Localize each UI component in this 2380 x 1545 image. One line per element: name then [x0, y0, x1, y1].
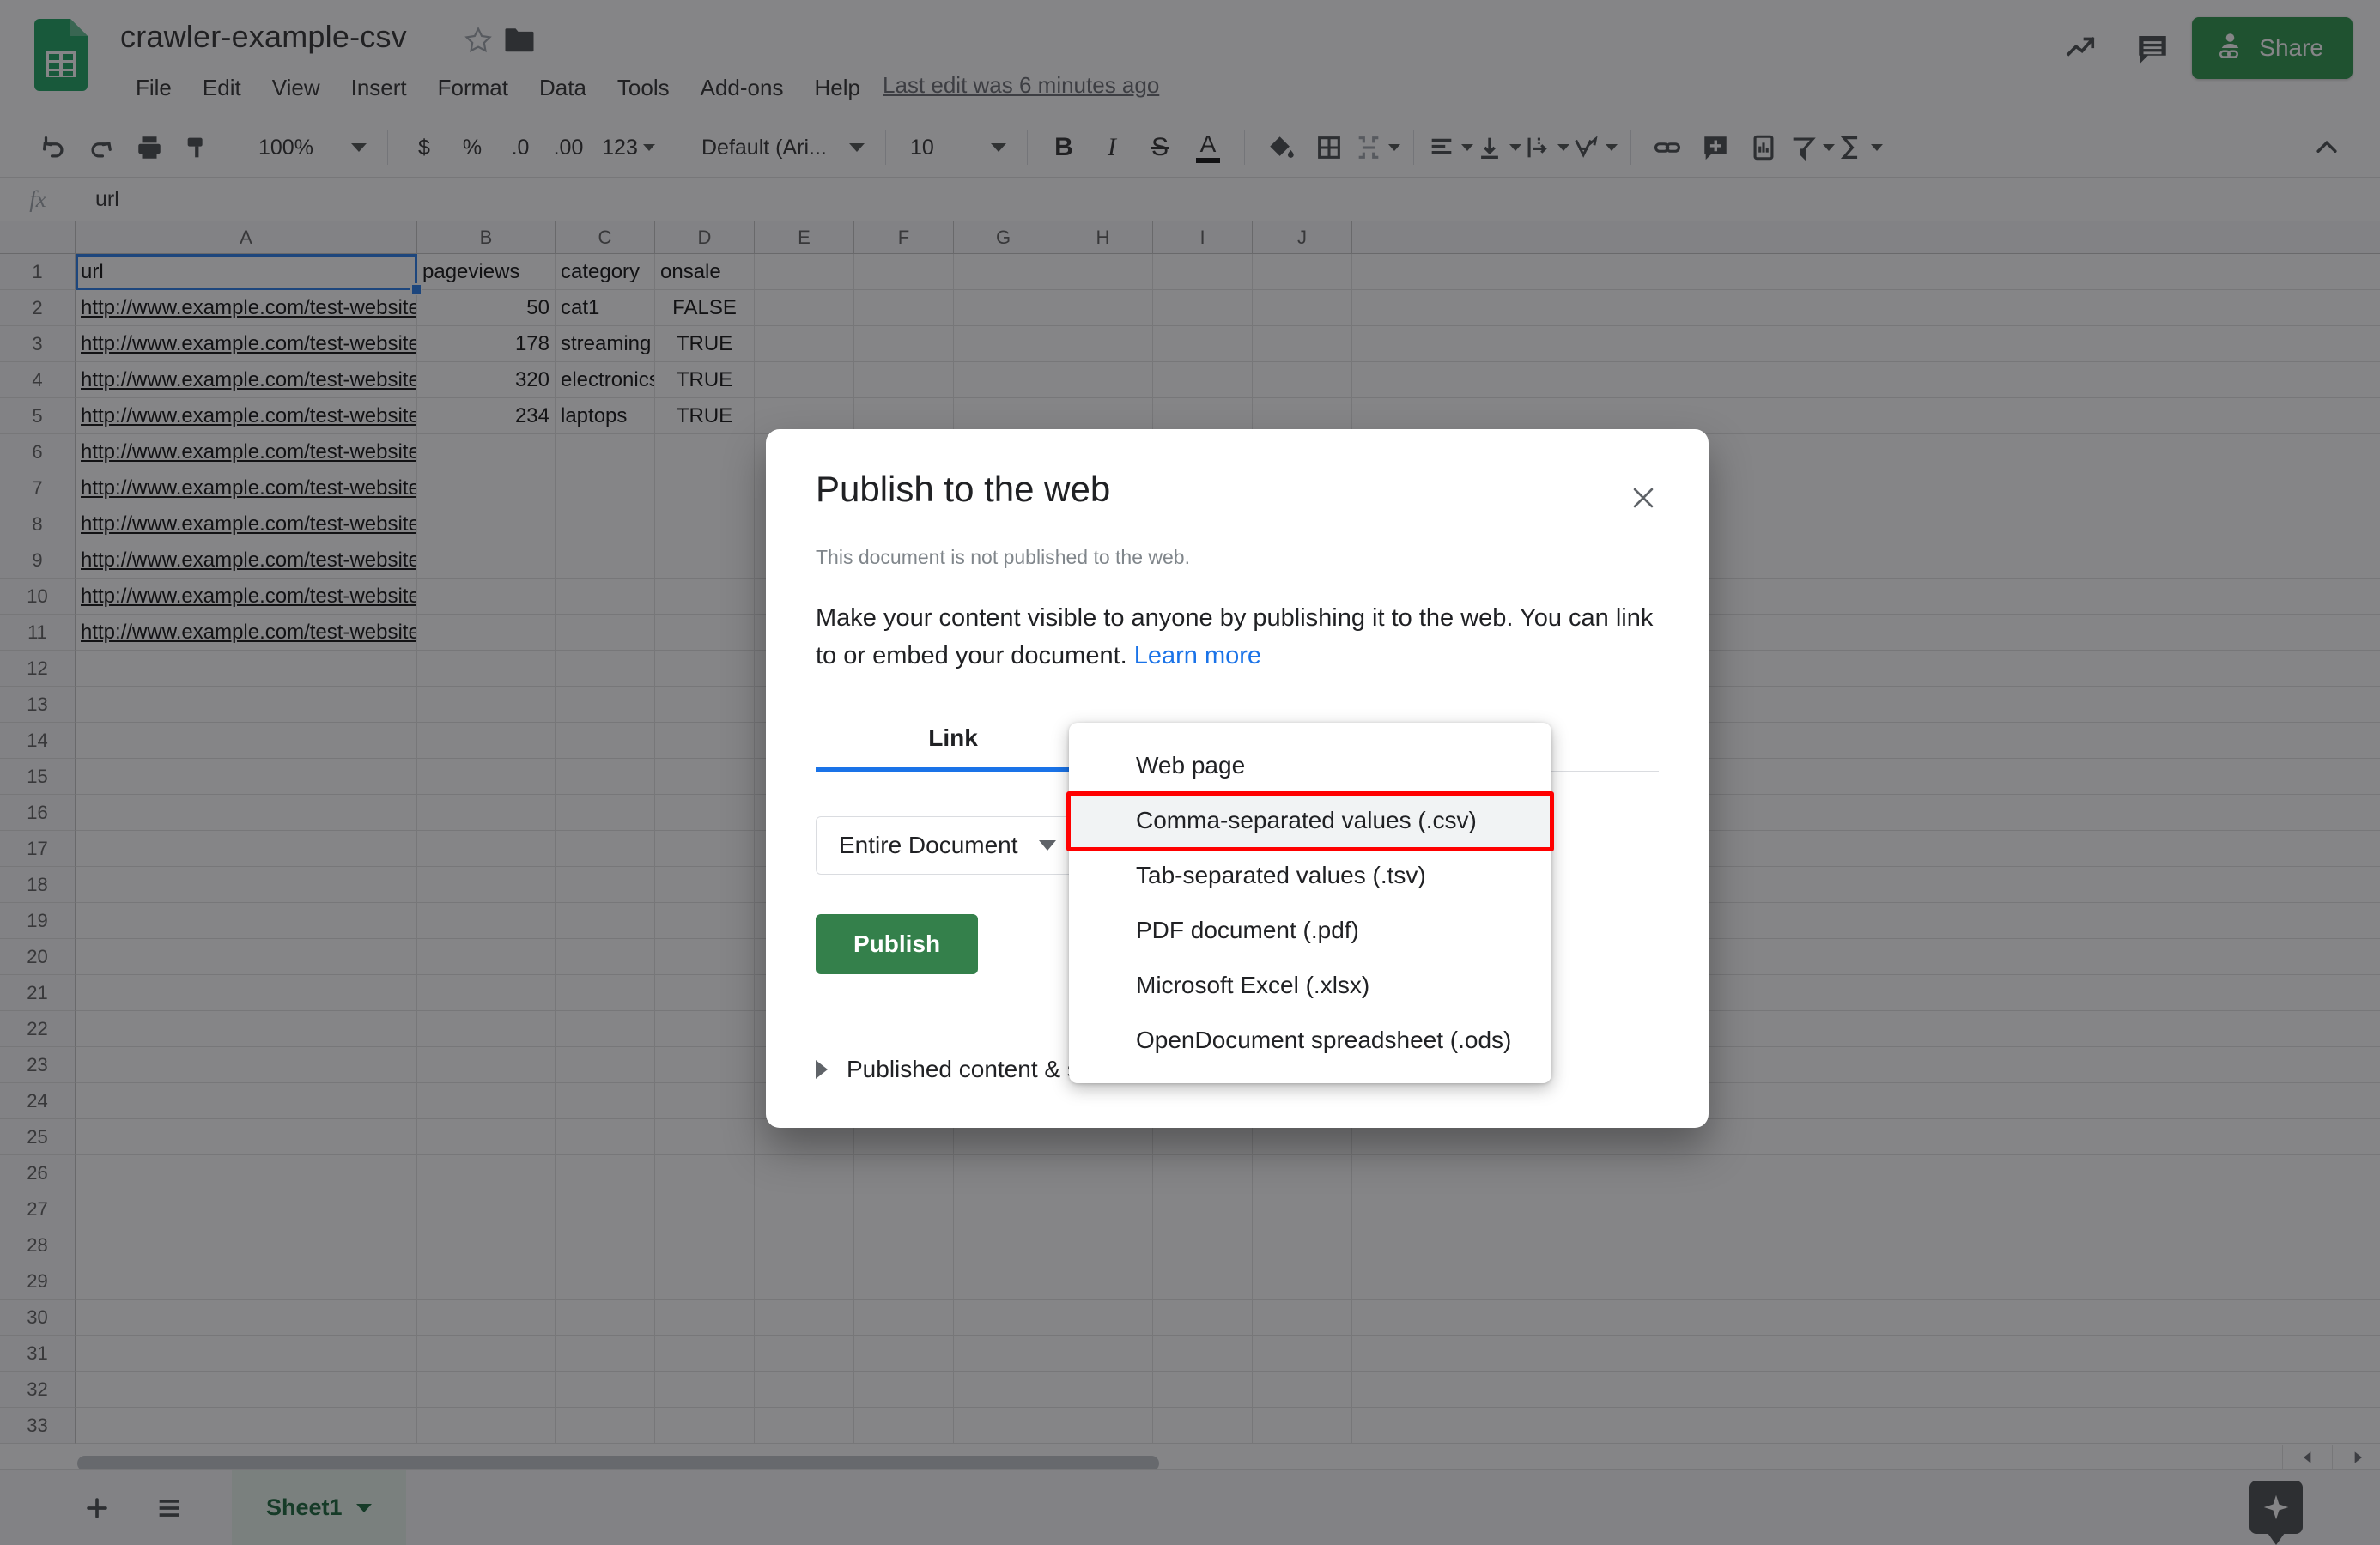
dropdown-item-4[interactable]: Microsoft Excel (.xlsx)	[1069, 958, 1551, 1013]
publish-format-dropdown-menu[interactable]: Web page Comma-separated values (.csv) Tab…	[1069, 723, 1551, 1083]
dropdown-item-0[interactable]: Web page	[1069, 738, 1551, 793]
learn-more-link[interactable]: Learn more	[1134, 642, 1261, 670]
publish-button[interactable]: Publish	[816, 914, 979, 974]
dialog-title: Publish to the web	[816, 469, 1111, 509]
chevron-down-icon	[1038, 840, 1056, 851]
dialog-description: Make your content visible to anyone by p…	[816, 600, 1657, 675]
dropdown-item-5[interactable]: OpenDocument spreadsheet (.ods)	[1069, 1013, 1551, 1068]
close-icon[interactable]	[1621, 476, 1666, 520]
chevron-right-icon	[816, 1060, 828, 1079]
google-sheets-app: crawler-example-csv File Edit View Inser…	[0, 0, 2380, 1545]
publish-scope-value: Entire Document	[839, 832, 1018, 858]
publish-scope-select[interactable]: Entire Document	[816, 816, 1078, 875]
dropdown-item-1[interactable]: Comma-separated values (.csv)	[1069, 793, 1551, 848]
dropdown-item-3[interactable]: PDF document (.pdf)	[1069, 903, 1551, 958]
publish-status-text: This document is not published to the we…	[816, 546, 1190, 568]
tab-link[interactable]: Link	[816, 724, 1090, 772]
dropdown-item-2[interactable]: Tab-separated values (.tsv)	[1069, 848, 1551, 903]
